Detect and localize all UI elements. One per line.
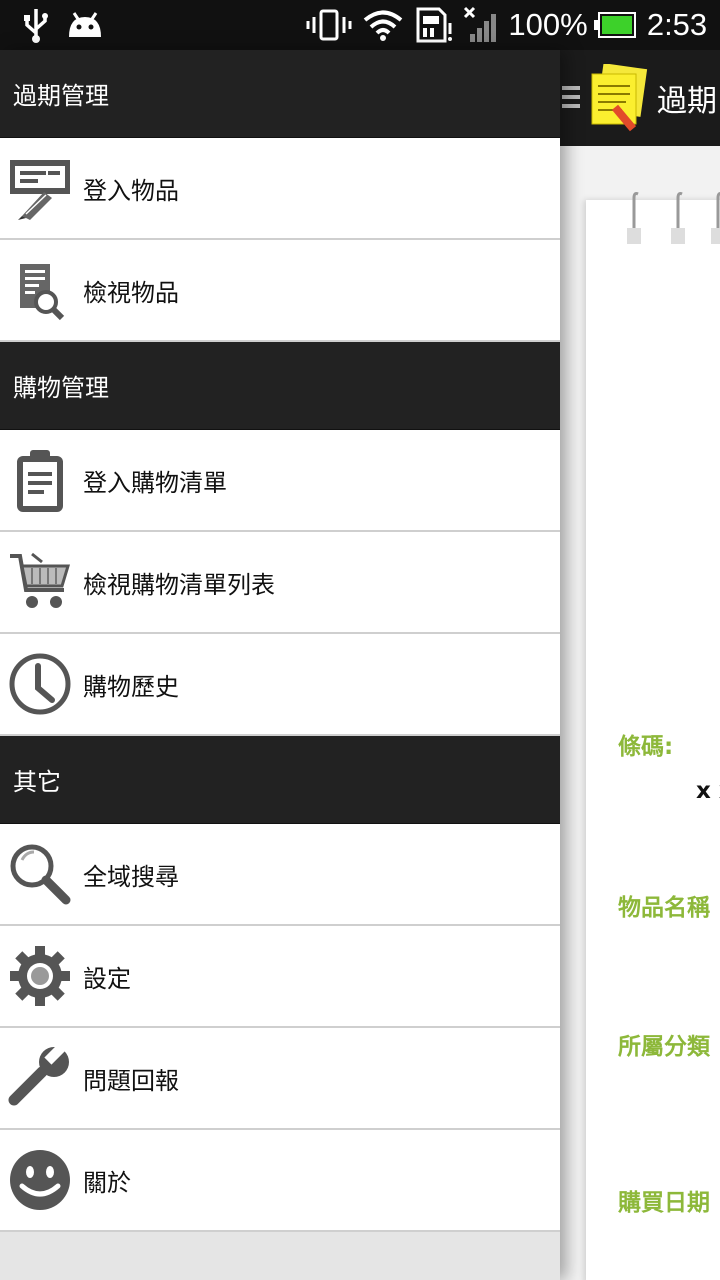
magnifier-icon [8, 842, 72, 906]
section-header-expiry: 過期管理 [0, 50, 560, 138]
android-debug-icon [64, 0, 106, 50]
purchase-date-label: 購買日期 [618, 1190, 710, 1216]
menu-icon[interactable] [562, 86, 580, 112]
notepad-ring [710, 190, 720, 245]
notepad-ring [670, 190, 686, 245]
usb-icon [20, 0, 52, 50]
shopping-cart-icon [8, 550, 72, 614]
barcode-value: x x [696, 778, 720, 804]
drawer-item-view-items[interactable]: 檢視物品 [0, 240, 560, 342]
barcode-label: 條碼: [618, 734, 674, 760]
section-header-shopping: 購物管理 [0, 342, 560, 430]
sim-storage-icon [414, 0, 454, 50]
drawer-item-about[interactable]: 關於 [0, 1130, 560, 1232]
navigation-drawer: 過期管理 登入物品 檢視物品 購物管理 登入購物清單 檢視購物清單列表 購物歷史… [0, 50, 560, 1280]
drawer-item-add-item[interactable]: 登入物品 [0, 138, 560, 240]
drawer-item-add-shopping-list[interactable]: 登入購物清單 [0, 430, 560, 532]
gear-icon [8, 944, 72, 1008]
app-action-bar: 過期 [540, 50, 720, 146]
drawer-item-global-search[interactable]: 全域搜尋 [0, 824, 560, 926]
section-header-other: 其它 [0, 736, 560, 824]
document-search-icon [8, 258, 72, 322]
drawer-item-label: 問題回報 [83, 1066, 179, 1095]
battery-icon [592, 0, 638, 50]
battery-percent: 100% [508, 7, 588, 42]
clock-time: 2:53 [646, 7, 708, 42]
drawer-item-settings[interactable]: 設定 [0, 926, 560, 1028]
drawer-item-label: 購物歷史 [83, 672, 179, 701]
drawer-item-label: 登入購物清單 [83, 468, 227, 497]
no-signal-icon [462, 0, 500, 50]
app-title: 過期 [657, 84, 717, 119]
wifi-icon [362, 0, 404, 50]
clipboard-icon [8, 448, 72, 512]
wrench-icon [8, 1043, 72, 1110]
drawer-item-label: 檢視物品 [83, 278, 179, 307]
status-bar: 100% 2:53 [0, 0, 720, 50]
notepad-ring [626, 190, 642, 245]
main-app-screen: 過期 條碼: x x 物品名稱 所屬分類 購買日期 [540, 50, 720, 1280]
form-edit-icon [8, 156, 72, 220]
drawer-item-label: 檢視購物清單列表 [83, 570, 275, 599]
clock-icon [8, 652, 72, 716]
app-logo-icon[interactable] [586, 63, 648, 132]
smiley-icon [8, 1148, 72, 1212]
vibrate-icon [306, 0, 352, 50]
drawer-item-label: 關於 [83, 1168, 131, 1197]
item-name-label: 物品名稱 [618, 895, 710, 921]
category-label: 所屬分類 [618, 1034, 710, 1060]
drawer-item-label: 設定 [83, 964, 131, 993]
drawer-item-view-shopping-lists[interactable]: 檢視購物清單列表 [0, 532, 560, 634]
drawer-item-label: 全域搜尋 [83, 862, 179, 891]
drawer-item-shopping-history[interactable]: 購物歷史 [0, 634, 560, 736]
drawer-item-label: 登入物品 [83, 176, 179, 205]
drawer-item-report-issue[interactable]: 問題回報 [0, 1028, 560, 1130]
